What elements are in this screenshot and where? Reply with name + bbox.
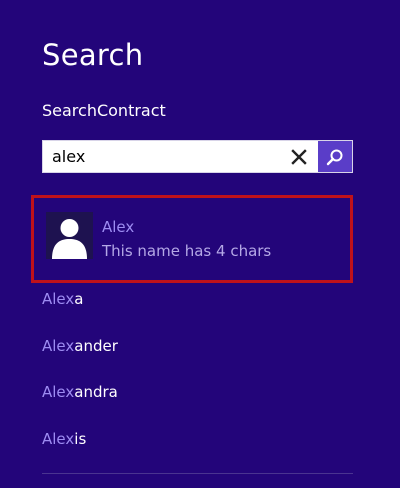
search-input[interactable] xyxy=(52,141,282,172)
app-name: SearchContract xyxy=(42,101,166,120)
suggestion-rest: is xyxy=(74,430,87,448)
search-icon xyxy=(326,149,343,165)
suggestion-rest: andra xyxy=(74,383,118,401)
clear-button[interactable] xyxy=(282,141,316,172)
suggestion-rest: a xyxy=(74,290,84,308)
suggestion-match: Alex xyxy=(42,337,75,355)
suggestion-rest: ander xyxy=(74,337,118,355)
suggestion-item[interactable]: Alexander xyxy=(42,337,118,355)
person-icon xyxy=(52,219,87,259)
close-icon xyxy=(291,148,307,165)
suggestion-item[interactable]: Alexa xyxy=(42,290,83,308)
suggestion-match: Alex xyxy=(42,383,75,401)
suggestion-item[interactable]: Alexis xyxy=(42,430,86,448)
avatar xyxy=(46,212,93,259)
search-result-item[interactable]: Alex This name has 4 chars xyxy=(31,195,353,283)
result-name: Alex xyxy=(102,218,135,236)
suggestion-item[interactable]: Alexandra xyxy=(42,383,118,401)
result-description: This name has 4 chars xyxy=(102,242,272,260)
suggestion-match: Alex xyxy=(42,430,75,448)
search-button[interactable] xyxy=(318,141,352,172)
divider xyxy=(42,473,353,474)
suggestion-match: Alex xyxy=(42,290,75,308)
search-box[interactable] xyxy=(42,140,353,173)
pane-title: Search xyxy=(42,38,144,72)
